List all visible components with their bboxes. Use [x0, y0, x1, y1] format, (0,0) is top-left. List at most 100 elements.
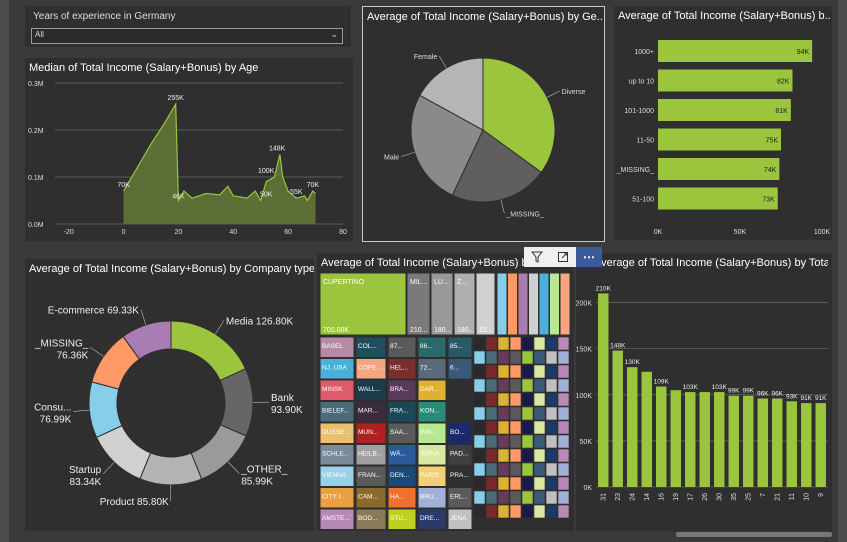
donut-label: _MISSING_ [34, 338, 89, 349]
slicer-label: Years of experience in Germany [33, 11, 176, 22]
x-tick-label: 24 [629, 493, 636, 501]
data-label: 70K [307, 182, 320, 189]
treemap-tile [545, 462, 558, 477]
x-tick-label: 17 [687, 493, 694, 501]
treemap-label: MAR... [358, 408, 378, 415]
bar-value-label: 103K [712, 384, 728, 391]
treemap-tile [545, 406, 558, 421]
treemap-label: HA... [390, 494, 405, 501]
treemap-tile [473, 420, 486, 435]
treemap-tile [521, 448, 534, 463]
treemap-tile [509, 476, 522, 491]
treemap-tile [557, 434, 570, 449]
treemap-tile [557, 448, 570, 463]
treemap-label: MUN... [358, 429, 378, 436]
treemap-tile [533, 490, 546, 505]
treemap-tile [545, 434, 558, 449]
bar-value-label: 81K [775, 108, 788, 115]
x-tick-label: 0 [122, 229, 126, 236]
pie-label: Male [384, 155, 399, 162]
treemap-tile [509, 378, 522, 393]
bar [757, 398, 768, 487]
donut-leader [215, 320, 225, 335]
donut-label: Bank [271, 393, 295, 404]
more-options-icon[interactable]: ⋯ [576, 247, 602, 267]
treemap-tile [497, 434, 510, 449]
treemap-tile [473, 448, 486, 463]
bar-value-label: 210K [596, 285, 612, 292]
treemap-tile [473, 378, 486, 393]
treemap-label: 87... [390, 343, 403, 350]
treemap-tile [545, 420, 558, 435]
treemap-tile [497, 378, 510, 393]
treemap-label: BIELEF... [322, 408, 349, 415]
treemap-tile [557, 406, 570, 421]
bar [772, 398, 783, 487]
slicer-value: All [35, 30, 44, 39]
treemap-tile [509, 392, 522, 407]
treemap-tile [521, 476, 534, 491]
x-tick-label: 11 [789, 493, 796, 500]
y-tick-label: 0.0M [28, 222, 44, 229]
data-label: 46K [172, 193, 185, 200]
treemap-label: Z... [457, 279, 467, 286]
treemap-label: FRA... [390, 408, 409, 415]
x-tick-label: 21 [774, 493, 781, 501]
treemap-tile [559, 272, 571, 336]
seniority-chart-panel[interactable]: Average of Total Income (Salary+Bonus) b… [614, 6, 832, 240]
treemap-tile [557, 490, 570, 505]
treemap-tile [557, 378, 570, 393]
treemap-tile [497, 336, 510, 351]
x-tick-label: 100K [814, 229, 831, 236]
treemap-tile [533, 392, 546, 407]
gender-chart-panel[interactable]: Average of Total Income (Salary+Bonus) b… [362, 6, 605, 242]
treemap-label: PRA... [450, 472, 469, 479]
treemap-tile [473, 504, 486, 519]
treemap-tile [521, 364, 534, 379]
treemap-label: STU... [390, 515, 409, 522]
treemap-label: KON... [420, 408, 440, 415]
treemap-tile [485, 476, 498, 491]
x-tick-label: 9 [818, 493, 825, 497]
treemap-tile [497, 490, 510, 505]
y-tick-label: 0.3M [28, 81, 44, 88]
x-tick-label: -20 [64, 229, 74, 236]
experience-chart-panel[interactable]: Average of Total Income (Salary+Bonus) b… [576, 253, 832, 531]
filter-icon[interactable] [524, 247, 550, 267]
x-tick-label: 26 [702, 493, 709, 501]
x-tick-label: 23 [615, 493, 622, 501]
focus-mode-icon[interactable] [550, 247, 576, 267]
treemap-tile [497, 462, 510, 477]
seniority-chart: 1000+ 94K up to 10 82K 101-1000 81K 11-50 75K _M… [616, 40, 831, 236]
treemap-tile [557, 350, 570, 365]
company-chart-panel[interactable]: Average of Total Income (Salary+Bonus) b… [25, 259, 314, 531]
treemap-label: SOFIA [420, 451, 440, 458]
pie-label: Female [414, 54, 437, 61]
treemap-tile [533, 504, 546, 519]
donut-value: 76.99K [40, 414, 72, 425]
x-tick-label: 80 [339, 229, 347, 236]
treemap-tile [521, 336, 534, 351]
x-tick-label: 20 [175, 229, 183, 236]
treemap-tile [485, 504, 498, 519]
treemap-label: ERL... [450, 494, 468, 501]
bar-value-label: 73K [762, 197, 775, 204]
donut-label: E-commerce 69.33K [48, 306, 139, 317]
donut-leader [103, 462, 115, 474]
treemap-label: INN... [420, 429, 437, 436]
age-chart-panel[interactable]: Median of Total Income (Salary+Bonus) by… [25, 58, 353, 241]
slicer-dropdown[interactable]: All ⌄ [31, 28, 343, 44]
treemap-tile [521, 350, 534, 365]
data-label: 70K [117, 182, 130, 189]
treemap-tile [509, 420, 522, 435]
treemap-label: MIL... [410, 279, 428, 286]
horizontal-scrollbar[interactable] [676, 532, 832, 537]
treemap-tile [485, 378, 498, 393]
treemap-label: DRE... [420, 515, 439, 522]
bar-category-label: up to 10 [629, 79, 654, 86]
treemap-tile [509, 448, 522, 463]
treemap-tile [509, 504, 522, 519]
city-chart-panel[interactable]: Average of Total Income (Salary+Bonus) b… [317, 253, 574, 531]
bar [699, 392, 710, 487]
donut-label: Media 126.80K [226, 317, 294, 328]
